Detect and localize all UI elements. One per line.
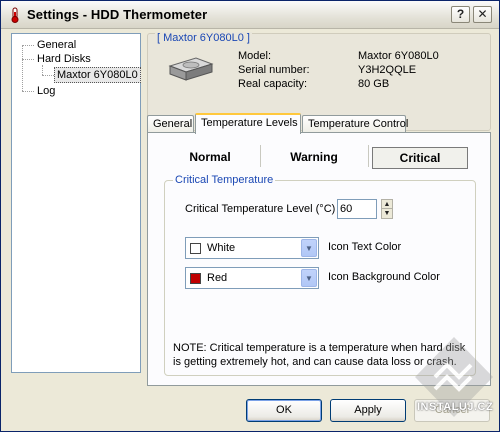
tree-item-maxtor-drive[interactable]: Maxtor 6Y080L0: [54, 67, 141, 83]
hard-drive-icon: [168, 57, 214, 81]
icon-text-color-label: Icon Text Color: [328, 241, 402, 253]
spin-down-icon[interactable]: ▼: [382, 209, 392, 218]
white-swatch: [190, 243, 201, 254]
critical-level-input[interactable]: [337, 199, 377, 219]
apply-button[interactable]: Apply: [330, 399, 406, 422]
window-title: Settings - HDD Thermometer: [27, 7, 208, 22]
critical-level-spinner[interactable]: ▲ ▼: [381, 199, 393, 219]
watermark-text: INSTALUJ.CZ: [417, 401, 494, 413]
spin-up-icon[interactable]: ▲: [382, 200, 392, 209]
tree-item-log[interactable]: Log: [35, 84, 57, 98]
tree-connector: [42, 75, 54, 76]
tree-connector: [22, 45, 34, 46]
model-label: Model:: [238, 50, 272, 62]
ok-button[interactable]: OK: [246, 399, 322, 422]
capacity-label: Real capacity:: [238, 78, 308, 90]
chevron-down-icon[interactable]: ▼: [301, 239, 317, 257]
icon-text-color-value: White: [207, 242, 236, 254]
critical-level-label: Critical Temperature Level (°C): [185, 203, 336, 215]
close-button[interactable]: ✕: [473, 6, 492, 23]
title-bar: Settings - HDD Thermometer ? ✕: [1, 1, 499, 29]
icon-background-color-value: Red: [207, 272, 228, 284]
capacity-value: 80 GB: [358, 78, 390, 90]
tab-temperature-control[interactable]: Temperature Control: [302, 115, 408, 133]
chevron-down-icon[interactable]: ▼: [301, 269, 317, 287]
level-warning[interactable]: Warning: [272, 147, 356, 169]
group-title: Critical Temperature: [173, 174, 276, 186]
level-normal[interactable]: Normal: [168, 147, 252, 169]
red-swatch: [190, 273, 201, 284]
tab-general[interactable]: General: [147, 115, 194, 133]
icon-text-color-select[interactable]: White ▼: [185, 237, 319, 259]
help-button[interactable]: ?: [451, 6, 470, 23]
tree-connector: [22, 91, 34, 92]
level-divider: [368, 145, 369, 167]
serial-value: Y3H2QQLE: [358, 64, 417, 76]
settings-tree: General Hard Disks Maxtor 6Y080L0 Log: [11, 33, 141, 373]
tab-temperature-levels[interactable]: Temperature Levels: [195, 113, 301, 134]
drive-title: [ Maxtor 6Y080L0 ]: [155, 32, 252, 44]
level-critical[interactable]: Critical: [372, 147, 468, 169]
tree-item-hard-disks[interactable]: Hard Disks: [35, 52, 93, 66]
icon-background-color-select[interactable]: Red ▼: [185, 267, 319, 289]
thermometer-icon: [11, 7, 19, 23]
serial-label: Serial number:: [238, 64, 310, 76]
tree-item-general[interactable]: General: [35, 38, 78, 52]
icon-background-color-label: Icon Background Color: [328, 271, 440, 283]
tree-connector: [42, 65, 43, 75]
level-divider: [260, 145, 261, 167]
settings-window: Settings - HDD Thermometer ? ✕ General H…: [0, 0, 500, 432]
model-value: Maxtor 6Y080L0: [358, 50, 439, 62]
tree-connector: [22, 59, 34, 60]
tree-connector: [22, 45, 23, 91]
